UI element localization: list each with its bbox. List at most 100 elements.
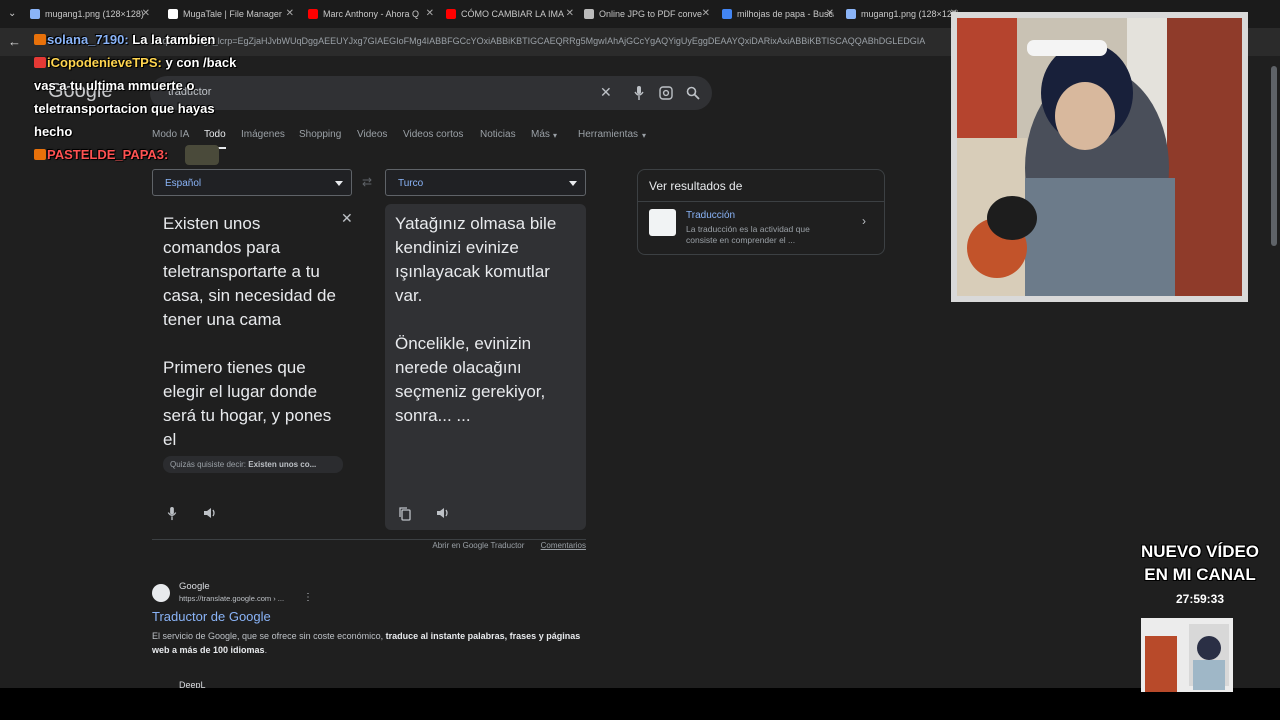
panel-title: Ver resultados de [649,179,743,193]
dropdown-arrow-icon [569,181,577,186]
search-icon[interactable] [686,86,700,100]
chat-line: PASTELDE_PAPA3: [34,147,168,162]
nav-tab[interactable]: Shopping [299,129,341,140]
target-language-label: Turco [398,178,424,189]
tab-close-icon[interactable]: ✕ [142,8,150,19]
open-translate-link[interactable]: Abrir en Google Traductor [432,541,524,550]
tab-close-icon[interactable]: ✕ [826,8,834,19]
translated-text: Yatağınız olmasa bile kendinizi evinize … [395,214,557,425]
tab-title: milhojas de papa - Busca [737,9,834,19]
panel-item-description: La traducción es la actividad que consis… [686,224,810,245]
back-icon[interactable]: ← [8,34,21,49]
chat-badge-icon [34,34,46,45]
feedback-link[interactable]: Comentarios [541,541,586,550]
panel-item-title[interactable]: Traducción [686,210,735,221]
result-site-name[interactable]: Google [179,581,210,592]
browser-tab[interactable]: Online JPG to PDF conve ✕ [584,4,710,24]
tab-search-chevron-icon[interactable]: ⌄ [8,8,16,19]
url-field[interactable]: ...oq=TRAD&gs_lcrp=EgZjaHJvbWUqDggAEEUYJ… [150,36,950,46]
nav-tab[interactable]: Todo [204,129,226,140]
lens-icon[interactable] [659,86,673,100]
speaker-icon[interactable] [436,507,450,519]
chat-line: hecho [34,124,72,139]
chevron-down-icon: ▾ [642,131,647,140]
tab-title: mugang1.png (128×128) [45,9,144,19]
did-you-mean-value[interactable]: Existen unos co... [248,460,316,469]
nav-tab[interactable]: Modo IA [152,129,189,140]
promo-line-2: EN MI CANAL [1144,565,1256,584]
microphone-icon[interactable] [167,506,177,521]
webcam-feed [951,12,1248,302]
chevron-down-icon: ▾ [553,131,558,140]
snippet-text: El servicio de Google, que se ofrece sin… [152,631,386,641]
browser-tab[interactable]: milhojas de papa - Busca ✕ [722,4,834,24]
browser-tab[interactable]: mugang1.png (128×128)✕ [30,4,150,24]
chat-line: vas a tu ultima mmuerte o [34,78,194,93]
nav-tab[interactable]: Imágenes [241,129,285,140]
tab-favicon-icon [168,9,178,19]
panel-result-item[interactable]: Traducción La traducción es la actividad… [638,202,884,254]
tab-favicon-icon [846,9,856,19]
thumbnail-image [1141,618,1233,692]
result-cite[interactable]: https://translate.google.com › ... [179,594,284,603]
copy-icon[interactable] [399,507,411,521]
search-box[interactable]: traductor ✕ [150,76,712,110]
dropdown-arrow-icon [335,181,343,186]
clear-source-icon[interactable]: ✕ [341,210,353,227]
tab-favicon-icon [584,9,594,19]
target-language-select[interactable]: Turco [385,169,586,196]
nav-tab[interactable]: Herramientas [578,129,638,140]
tab-title: CÓMO CAMBIAR LA IMA [461,9,565,19]
chat-message: y con /back [165,55,237,70]
chat-badge-icon [34,149,46,160]
result-snippet: El servicio de Google, que se ofrece sin… [152,629,582,657]
tab-close-icon[interactable]: ✕ [566,8,574,19]
nav-tab[interactable]: Noticias [480,129,516,140]
snippet-end: . [264,645,268,655]
chat-message: teletransportacion que hayas [34,101,215,116]
browser-tab[interactable]: CÓMO CAMBIAR LA IMA ✕ [446,4,574,24]
swap-languages-icon[interactable]: ⇄ [362,175,372,189]
chat-message: hecho [34,124,73,139]
nav-tab[interactable]: Videos [357,129,387,140]
chat-username: solana_7190: [47,32,129,47]
tab-close-icon[interactable]: ✕ [702,8,710,19]
tab-favicon-icon [446,9,456,19]
chevron-right-icon[interactable]: › [862,214,866,228]
promo-line-1: NUEVO VÍDEO [1140,542,1260,561]
chat-username: PASTELDE_PAPA3: [47,147,169,162]
tab-favicon-icon [308,9,318,19]
tab-title: Online JPG to PDF conve [599,9,703,19]
nav-tab[interactable]: Videos cortos [403,129,463,140]
page-scrollbar[interactable] [1268,56,1280,688]
emote-image [185,145,219,165]
browser-tab[interactable]: Marc Anthony - Ahora Q ✕ [308,4,434,24]
tab-favicon-icon [30,9,40,19]
bottom-letterbox [0,688,1280,720]
chat-line: teletransportacion que hayas [34,101,215,116]
did-you-mean-label: Quizás quisiste decir: [170,460,247,469]
result-thumbnail [649,209,676,236]
browser-tab[interactable]: MugaTale | File Manager ✕ [168,4,294,24]
scrollbar-thumb[interactable] [1271,66,1277,246]
see-results-panel: Ver resultados de Traducción La traducci… [637,169,885,255]
nav-tab[interactable]: Más [531,129,550,140]
microphone-icon[interactable] [634,85,644,101]
clear-icon[interactable]: ✕ [600,84,612,101]
tab-close-icon[interactable]: ✕ [426,8,434,19]
tab-close-icon[interactable]: ✕ [286,8,294,19]
tab-title: mugang1.png (128×128) [861,9,958,19]
chat-line: iCopodenieveTPS: y con /back [34,55,236,70]
browser-tab[interactable]: mugang1.png (128×128)✕ [846,4,958,24]
source-text[interactable]: Existen unos comandos para teletransport… [163,212,343,452]
result-title[interactable]: Traductor de Google [152,609,271,624]
source-language-select[interactable]: Español [152,169,352,196]
chat-username: iCopodenieveTPS: [47,55,162,70]
more-options-icon[interactable]: ⋮ [303,592,313,603]
promo-text: NUEVO VÍDEO EN MI CANAL [1120,540,1280,586]
chat-badge-icon [34,57,46,68]
speaker-icon[interactable] [203,507,217,519]
tab-title: MugaTale | File Manager [183,9,282,19]
source-text-area[interactable]: Existen unos comandos para teletransport… [152,204,366,530]
did-you-mean-chip[interactable]: Quizás quisiste decir: Existen unos co..… [163,456,343,473]
